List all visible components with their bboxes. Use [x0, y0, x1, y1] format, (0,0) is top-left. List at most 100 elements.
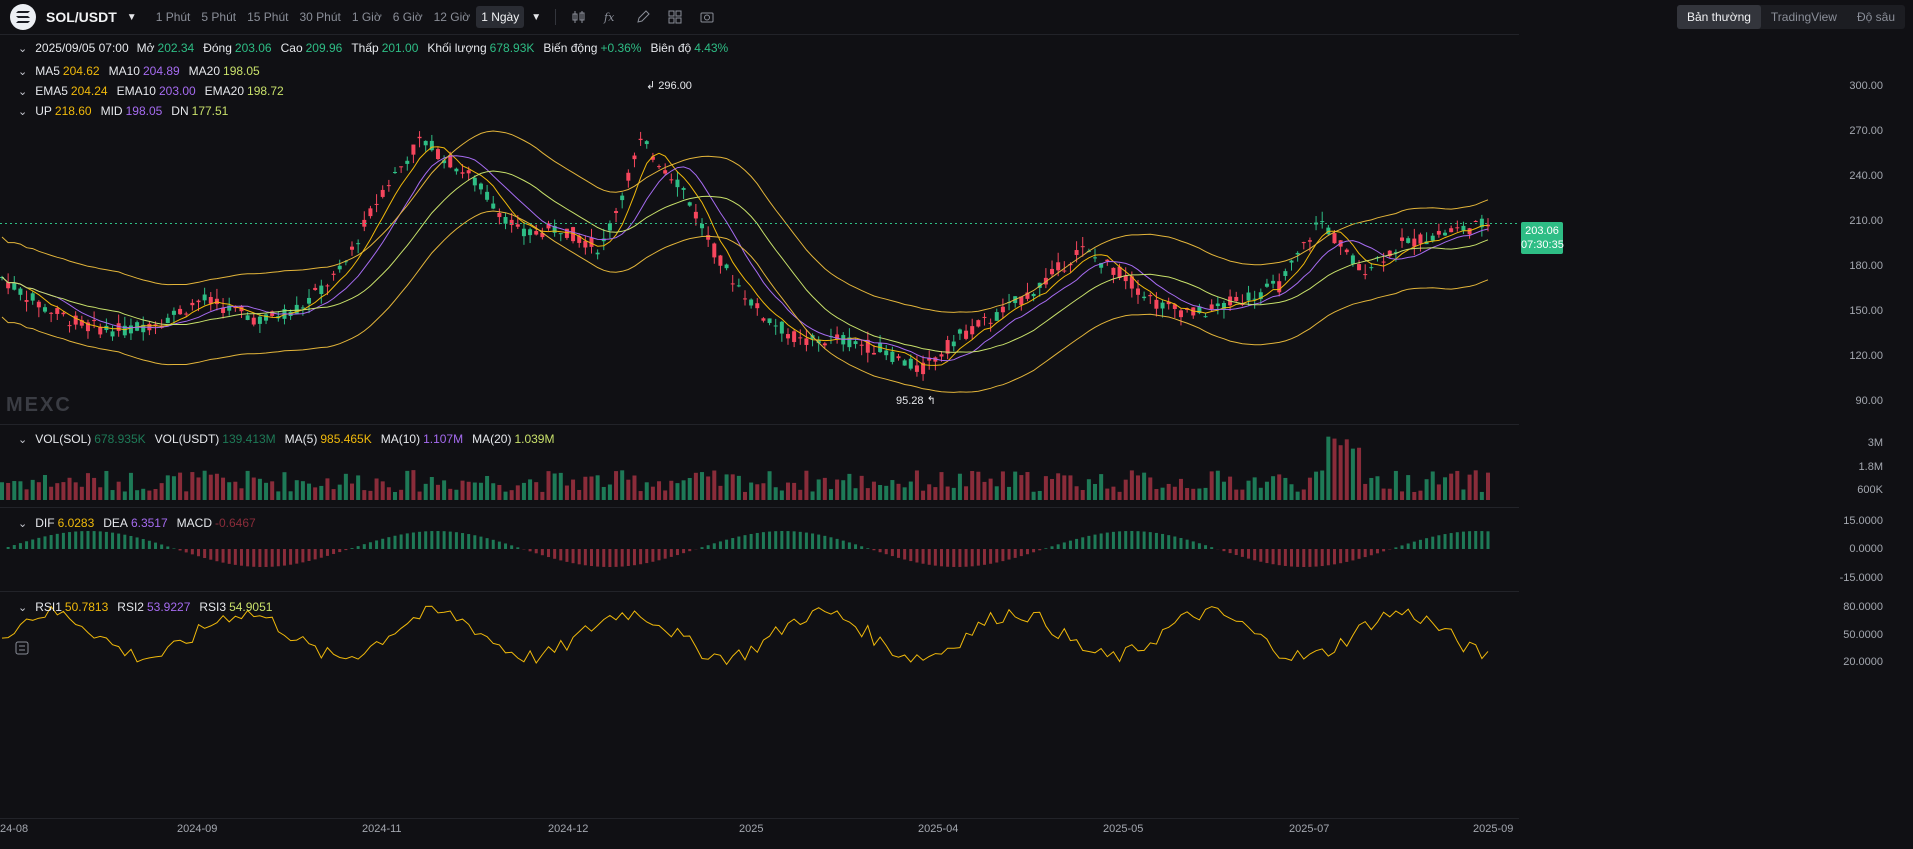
candle-body [1461, 225, 1466, 231]
view-depth[interactable]: Độ sâu [1847, 5, 1905, 29]
volume-bar [1473, 470, 1478, 500]
macd-bar [1007, 549, 1011, 560]
collapse-chevron-icon[interactable]: ⌄ [18, 517, 27, 530]
rsi-tick: 50.0000 [1843, 629, 1883, 641]
collapse-chevron-icon[interactable]: ⌄ [18, 433, 27, 446]
volume-bar [724, 474, 729, 500]
macd-bar [565, 549, 569, 562]
tf-1m[interactable]: 1 Phút [151, 6, 196, 28]
volume-bar [1178, 478, 1183, 500]
view-standard[interactable]: Bản thường [1676, 5, 1761, 29]
rsi-legend: ⌄ RSI1 50.7813 RSI2 53.9227 RSI3 54.9051 [18, 600, 281, 614]
macd-bar [325, 549, 329, 556]
candle-body [620, 195, 625, 201]
collapse-chevron-icon[interactable]: ⌄ [18, 85, 27, 98]
tf-30m[interactable]: 30 Phút [294, 6, 345, 28]
collapse-chevron-icon[interactable]: ⌄ [18, 105, 27, 118]
tf-5m[interactable]: 5 Phút [196, 6, 241, 28]
macd-bar [829, 537, 833, 549]
macd-bar [614, 549, 618, 567]
macd-bar [98, 531, 102, 549]
volume-bar [896, 483, 901, 500]
volume-bar [442, 480, 447, 500]
macd-bar [1191, 541, 1195, 549]
close-label: Đóng [203, 41, 232, 55]
macd-bar [393, 535, 397, 549]
draw-pencil-icon[interactable] [634, 8, 652, 26]
volume-bar [792, 482, 797, 500]
price-axis[interactable]: 300.00 270.00 240.00 210.00 180.00 150.0… [1519, 30, 1913, 842]
candle-body [36, 301, 41, 308]
camera-icon[interactable] [698, 8, 716, 26]
candle-body [1031, 293, 1036, 297]
pair-dropdown-icon[interactable]: ▼ [127, 12, 137, 23]
volume-bar [890, 480, 895, 500]
volume-bar [257, 478, 262, 500]
tf-12h[interactable]: 12 Giờ [429, 6, 476, 28]
indicators-icon[interactable]: fx [602, 8, 620, 26]
tf-15m[interactable]: 15 Phút [242, 6, 293, 28]
collapse-chevron-icon[interactable]: ⌄ [18, 65, 27, 78]
volume-bar [300, 481, 305, 500]
volume-bar [1406, 475, 1411, 500]
y-tick: 180.00 [1849, 260, 1883, 272]
collapse-chevron-icon[interactable]: ⌄ [18, 601, 27, 614]
view-tradingview[interactable]: TradingView [1761, 5, 1847, 29]
volume-bar [1105, 488, 1110, 500]
volume-label: Khối lượng [427, 41, 487, 55]
boll-mid-value: 198.05 [125, 104, 163, 118]
volume-bar [528, 479, 533, 500]
volume-bar [595, 475, 600, 500]
volume-bar [712, 470, 717, 500]
tf-1h[interactable]: 1 Giờ [347, 6, 387, 28]
macd-bar [461, 533, 465, 549]
macd-bar [602, 549, 606, 567]
macd-bar [1204, 545, 1208, 549]
macd-bar [1234, 549, 1238, 556]
macd-bar [780, 531, 784, 549]
trading-pair[interactable]: SOL/USDT [46, 9, 117, 25]
volume-bar [1418, 490, 1423, 500]
candle-type-icon[interactable] [570, 8, 588, 26]
macd-bar [1087, 535, 1091, 549]
macd-bar [620, 549, 624, 567]
volume-bar [1099, 474, 1104, 500]
macd-bar [246, 549, 250, 567]
volume-bar [681, 480, 686, 500]
candle-body [1271, 280, 1276, 284]
volume-bar [135, 490, 140, 500]
collapse-chevron-icon[interactable]: ⌄ [18, 42, 27, 55]
candle-body [503, 216, 508, 224]
volume-bar [847, 473, 852, 500]
macd-bar [755, 532, 759, 549]
macd-label: MACD [176, 516, 212, 530]
volume-bar [994, 486, 999, 500]
macd-bar [1271, 549, 1275, 565]
volume-bar [1068, 475, 1073, 500]
chart-settings-icon[interactable] [14, 640, 30, 656]
volume-bar [521, 482, 526, 500]
macd-bar [516, 547, 520, 549]
volume-bar [982, 481, 987, 500]
tf-1d[interactable]: 1 Ngày [476, 6, 525, 28]
boll-dn-label: DN [171, 104, 189, 118]
y-tick: 90.00 [1855, 395, 1883, 407]
volume-bar [1264, 481, 1269, 500]
candle-body [681, 188, 686, 190]
volume-bar [700, 472, 705, 500]
volume-bar [1357, 447, 1362, 500]
tf-6h[interactable]: 6 Giờ [388, 6, 428, 28]
layout-grid-icon[interactable] [666, 8, 684, 26]
candle-body [1320, 221, 1325, 223]
candle-body [460, 172, 465, 174]
macd-bar [989, 549, 993, 564]
macd-bar [1222, 549, 1226, 552]
volume-bar [988, 478, 993, 500]
macd-bar [147, 540, 151, 549]
candle-body [798, 337, 803, 339]
timeframe-more-icon[interactable]: ▼ [531, 12, 541, 23]
ema-legend: ⌄ EMA5 204.24 EMA10 203.00 EMA20 198.72 [18, 84, 293, 98]
volume-bar [620, 470, 625, 500]
macd-bar [749, 533, 753, 549]
macd-bar [909, 549, 913, 562]
